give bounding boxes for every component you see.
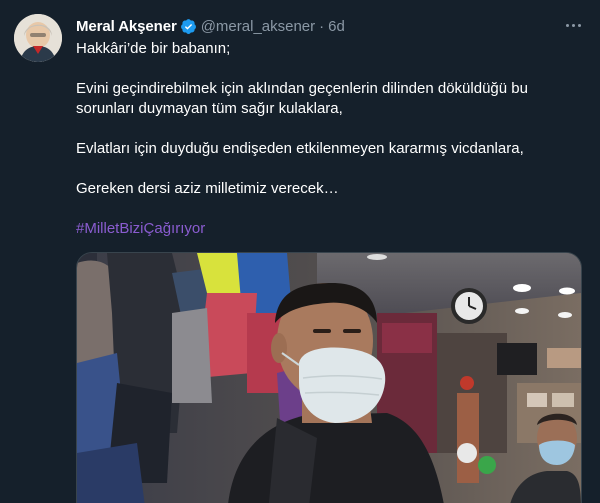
tweet-paragraph: Evlatları için duyduğu endişeden etkilen…: [76, 140, 524, 157]
avatar-image: [14, 14, 62, 62]
separator-dot: ·: [319, 17, 325, 35]
avatar[interactable]: [14, 14, 62, 62]
hashtag-link[interactable]: #MilletBiziÇağırıyor: [76, 220, 205, 237]
tweet-text: Hakkâri’de bir babanın; Evini geçindireb…: [76, 39, 576, 259]
tweet-paragraph: Hakkâri’de bir babanın;: [76, 40, 231, 57]
video-frame: [77, 253, 581, 503]
tweet-card[interactable]: Meral Akşener @meral_aksener · 6d Hakkâr…: [0, 0, 600, 503]
more-options-icon[interactable]: [560, 14, 586, 36]
video-thumbnail[interactable]: [76, 252, 582, 503]
verified-badge-icon: [180, 18, 197, 35]
handle[interactable]: @meral_aksener: [201, 18, 315, 35]
display-name[interactable]: Meral Akşener: [76, 18, 177, 35]
timestamp[interactable]: 6d: [328, 18, 345, 35]
tweet-paragraph: Gereken dersi aziz milletimiz verecek…: [76, 180, 339, 197]
tweet-paragraph: Evini geçindirebilmek için aklından geçe…: [76, 80, 528, 117]
tweet-header: Meral Akşener @meral_aksener · 6d: [76, 16, 345, 36]
